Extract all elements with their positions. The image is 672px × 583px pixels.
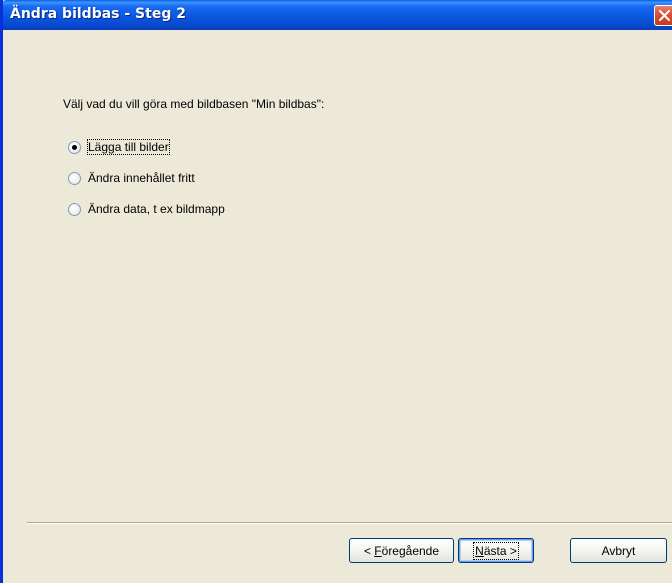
back-prefix: < <box>363 543 375 558</box>
option-add-images[interactable]: Lägga till bilder <box>68 139 170 155</box>
prompt-text: Välj vad du vill göra med bildbasen "Min… <box>63 97 325 111</box>
dialog-window: Ändra bildbas - Steg 2 Välj vad du vill … <box>0 0 672 583</box>
radio-button-checked[interactable] <box>68 140 81 154</box>
option-label: Lägga till bilder <box>87 139 170 155</box>
option-label: Ändra innehållet fritt <box>88 171 195 185</box>
next-suffix: > <box>506 543 517 558</box>
next-button-label: Nästa > <box>473 541 519 560</box>
option-edit-data[interactable]: Ändra data, t ex bildmapp <box>68 201 225 217</box>
window-title: Ändra bildbas - Steg 2 <box>10 6 186 22</box>
next-rest: ästa <box>483 543 507 558</box>
cancel-button[interactable]: Avbryt <box>570 538 667 563</box>
button-separator <box>27 522 672 524</box>
dialog-content: Välj vad du vill göra med bildbasen "Min… <box>3 30 672 583</box>
title-bar[interactable]: Ändra bildbas - Steg 2 <box>3 0 672 30</box>
back-button-label: < Föregående <box>364 544 439 558</box>
close-button[interactable] <box>654 5 672 26</box>
back-button[interactable]: < Föregående <box>349 538 454 563</box>
back-mnemonic: F <box>374 543 382 558</box>
option-edit-content[interactable]: Ändra innehållet fritt <box>68 170 195 186</box>
radio-button[interactable] <box>68 171 81 185</box>
close-icon <box>659 10 670 21</box>
cancel-button-label: Avbryt <box>601 543 636 558</box>
next-button[interactable]: Nästa > <box>458 538 534 563</box>
radio-button[interactable] <box>68 202 81 216</box>
back-rest: öregående <box>381 543 440 558</box>
next-mnemonic: N <box>475 543 484 558</box>
option-label: Ändra data, t ex bildmapp <box>88 202 225 216</box>
